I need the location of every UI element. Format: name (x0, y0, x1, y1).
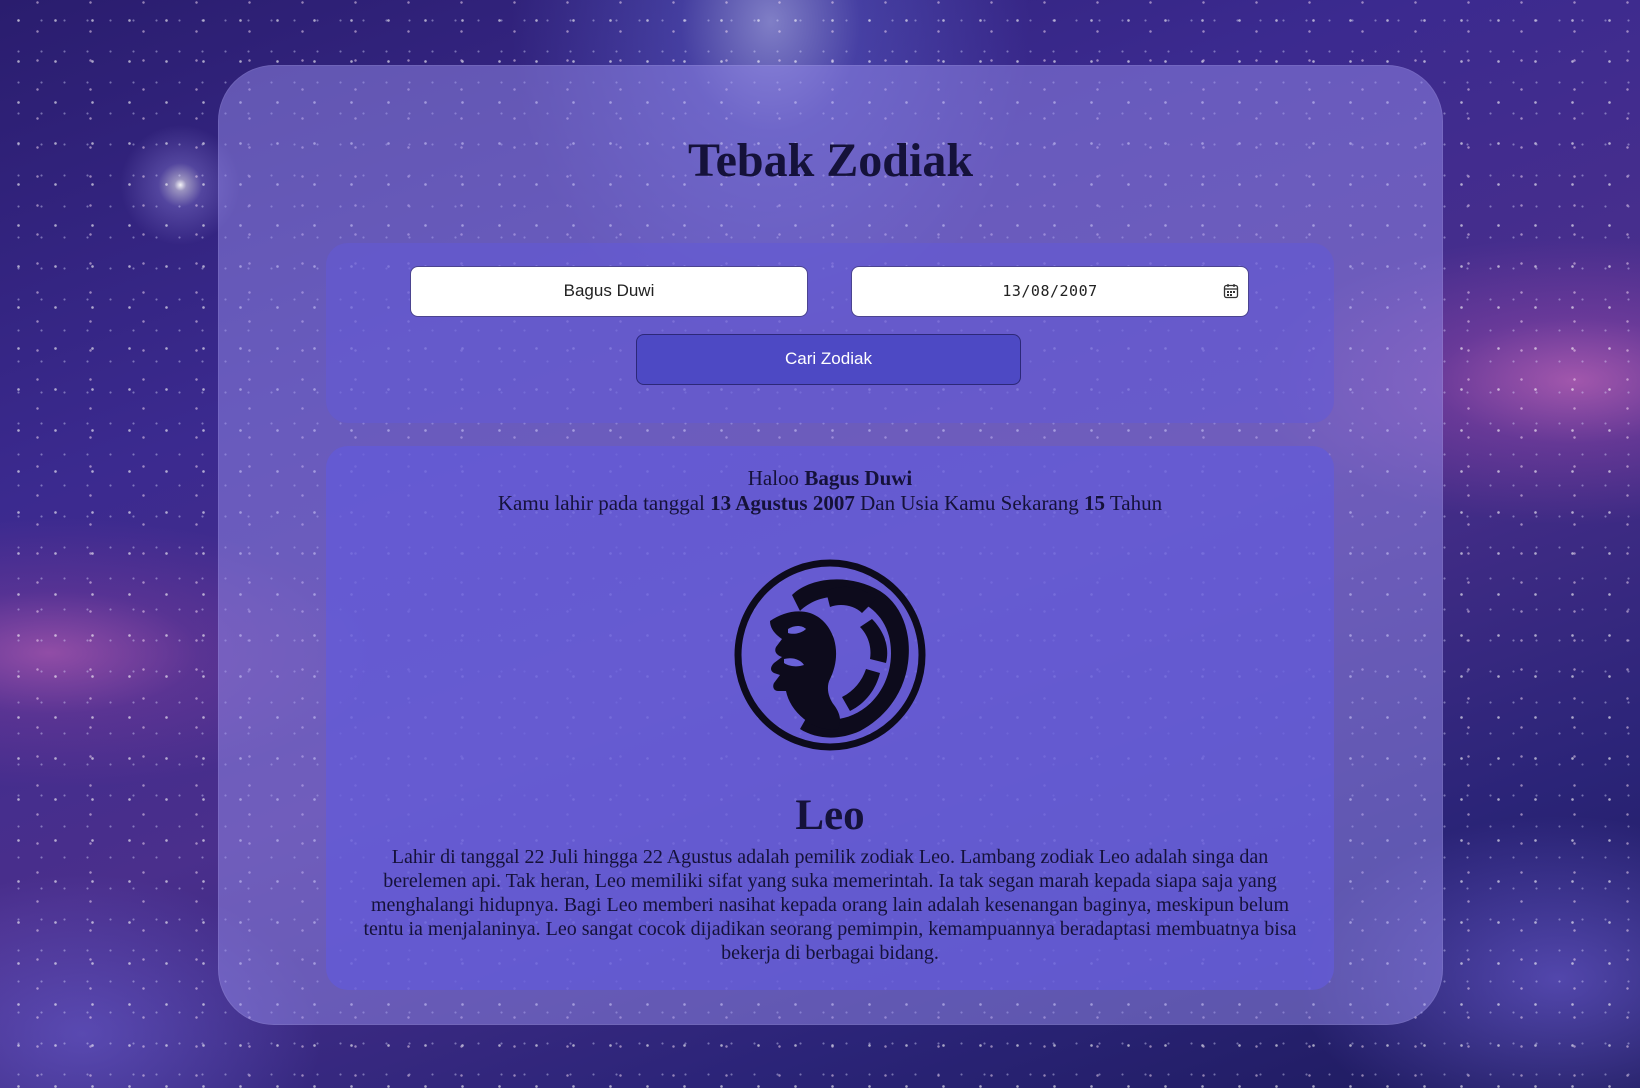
page-title: Tebak Zodiak (687, 134, 974, 187)
main-card: Tebak Zodiak Bagus Duwi 13/08/2007 Cari … (218, 65, 1443, 1025)
leo-lion-icon (734, 559, 926, 751)
name-input[interactable]: Bagus Duwi (410, 266, 808, 317)
age-suffix: Tahun (1109, 491, 1163, 515)
calendar-icon[interactable] (1223, 283, 1239, 299)
birth-date-value: 13/08/2007 (1002, 282, 1098, 300)
zodiac-name: Leo (795, 792, 865, 839)
greeting-name: Bagus Duwi (804, 466, 913, 490)
age-value: 15 (1084, 491, 1106, 515)
age-prefix: Dan Usia Kamu Sekarang (860, 491, 1079, 515)
zodiac-description: Lahir di tanggal 22 Juli hingga 22 Agust… (363, 846, 1297, 964)
birth-date: 13 Agustus 2007 (710, 491, 855, 515)
name-input-value: Bagus Duwi (563, 281, 655, 300)
greeting-text: Haloo Bagus Duwi Kamu lahir pada tanggal… (326, 466, 1334, 516)
birth-prefix: Kamu lahir pada tanggal (497, 491, 705, 515)
birth-date-input[interactable]: 13/08/2007 (851, 266, 1249, 317)
greeting-prefix: Haloo (747, 466, 800, 490)
form-panel: Bagus Duwi 13/08/2007 Cari Zodiak (326, 243, 1334, 423)
search-zodiac-button[interactable]: Cari Zodiak (636, 334, 1021, 385)
result-panel: Haloo Bagus Duwi Kamu lahir pada tanggal… (326, 446, 1334, 990)
